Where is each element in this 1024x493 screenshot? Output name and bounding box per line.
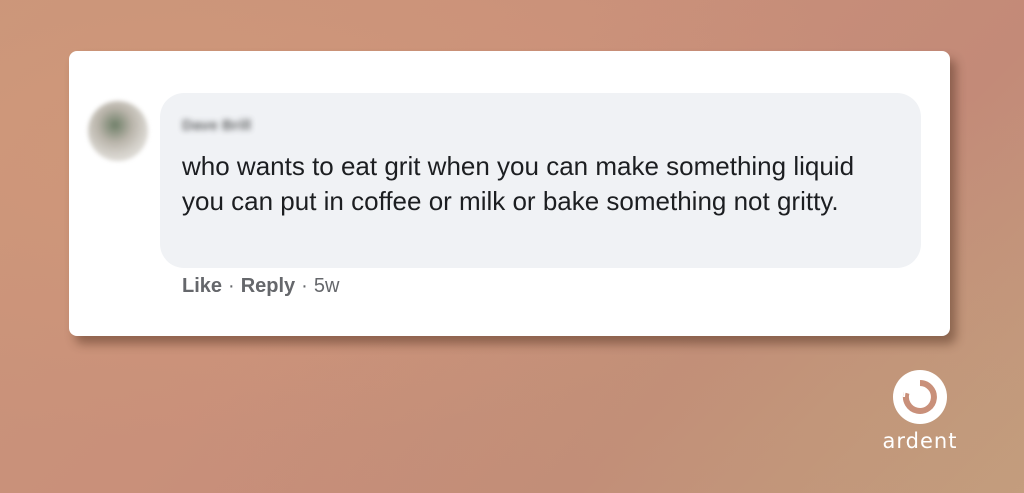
comment-bubble: Dave Brill who wants to eat grit when yo… bbox=[160, 93, 921, 268]
separator: · bbox=[228, 275, 235, 297]
ardent-logo-icon bbox=[893, 370, 947, 424]
separator: · bbox=[301, 275, 308, 297]
comment-timestamp[interactable]: 5w bbox=[314, 275, 340, 298]
comment-text: who wants to eat grit when you can make … bbox=[182, 151, 855, 216]
comment-card: Dave Brill who wants to eat grit when yo… bbox=[69, 51, 950, 336]
brand-name: ardent bbox=[882, 429, 958, 453]
brand-watermark: ardent bbox=[870, 367, 970, 467]
comment-actions: Like · Reply · 5w bbox=[182, 275, 339, 298]
like-button[interactable]: Like bbox=[182, 275, 222, 298]
reply-button[interactable]: Reply bbox=[241, 275, 295, 298]
user-avatar[interactable] bbox=[88, 101, 148, 161]
comment-author[interactable]: Dave Brill bbox=[182, 117, 251, 134]
